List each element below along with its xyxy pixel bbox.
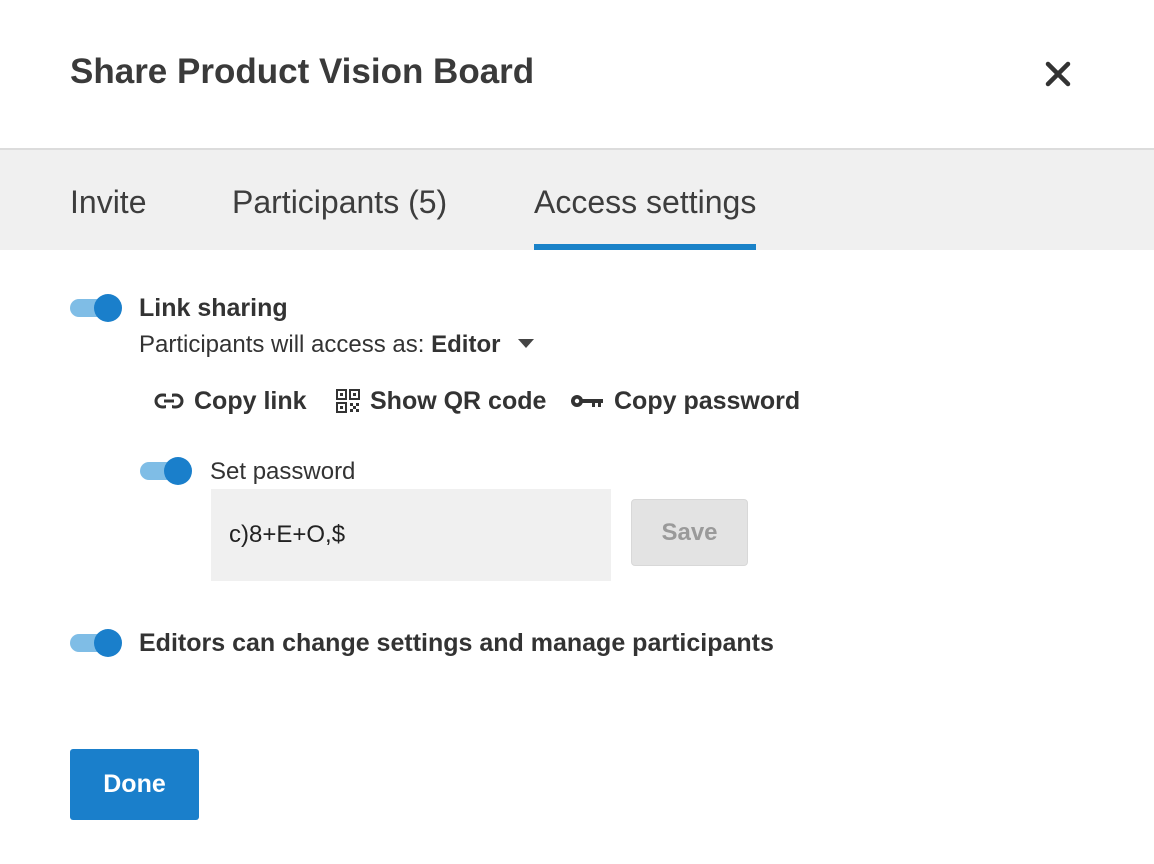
- copy-password-button[interactable]: Copy password: [570, 386, 800, 416]
- tab-bar: Invite Participants (5) Access settings: [0, 148, 1154, 250]
- save-password-button[interactable]: Save: [631, 499, 748, 566]
- qr-code-icon: [336, 389, 360, 413]
- toggle-knob: [94, 294, 122, 322]
- close-icon[interactable]: [1040, 56, 1076, 92]
- show-qr-code-label: Show QR code: [370, 386, 547, 415]
- access-prefix: Participants will access as:: [139, 331, 425, 358]
- copy-link-button[interactable]: Copy link: [154, 386, 307, 416]
- access-role-line: Participants will access as: Editor: [139, 331, 535, 359]
- copy-password-label: Copy password: [614, 386, 801, 415]
- share-dialog: Share Product Vision Board Invite Partic…: [0, 0, 1154, 864]
- access-role-dropdown[interactable]: Editor: [431, 331, 500, 358]
- editors-manage-label: Editors can change settings and manage p…: [139, 629, 774, 657]
- set-password-label: Set password: [210, 458, 356, 485]
- link-sharing-label: Link sharing: [139, 294, 288, 322]
- done-button[interactable]: Done: [70, 749, 199, 820]
- set-password-toggle[interactable]: [140, 457, 192, 485]
- dialog-header: Share Product Vision Board: [0, 0, 1154, 148]
- tab-participants[interactable]: Participants (5): [232, 150, 447, 250]
- password-input[interactable]: [211, 489, 611, 581]
- link-sharing-toggle[interactable]: [70, 294, 122, 322]
- dialog-title: Share Product Vision Board: [70, 52, 535, 91]
- editors-manage-toggle[interactable]: [70, 629, 122, 657]
- caret-down-icon[interactable]: [518, 339, 535, 349]
- show-qr-code-button[interactable]: Show QR code: [336, 386, 546, 416]
- copy-link-label: Copy link: [194, 386, 307, 415]
- toggle-knob: [94, 629, 122, 657]
- link-icon: [154, 391, 184, 411]
- key-icon: [570, 392, 604, 410]
- tab-access-settings[interactable]: Access settings: [534, 150, 757, 250]
- tab-invite[interactable]: Invite: [70, 150, 146, 250]
- toggle-knob: [164, 457, 192, 485]
